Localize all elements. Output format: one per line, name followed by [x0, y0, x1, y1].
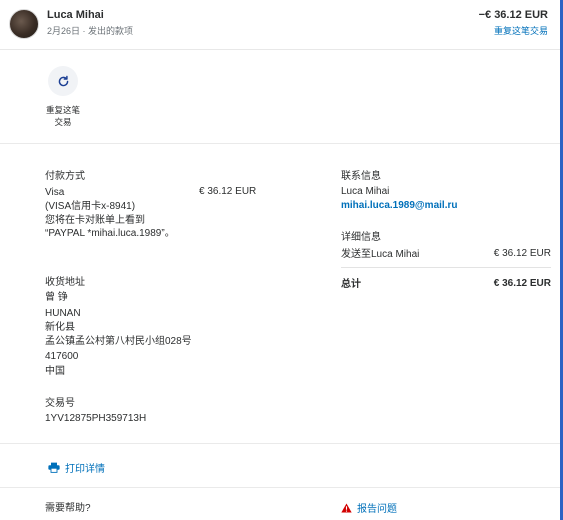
avatar	[9, 9, 39, 39]
details-title: 详细信息	[341, 232, 381, 243]
payment-card: (VISA信用卡x-8941)	[45, 201, 136, 212]
payment-method-title: 付款方式	[45, 171, 85, 182]
address-line: 孟公镇孟公村第八村民小组028号	[45, 336, 192, 347]
recipient-name: Luca Mihai	[47, 9, 104, 21]
contact-email-link[interactable]: mihai.luca.1989@mail.ru	[341, 199, 457, 212]
contact-info-title: 联系信息	[341, 171, 381, 182]
address-line: HUNAN	[45, 308, 81, 319]
help-title: 需要帮助?	[45, 503, 91, 514]
sent-to-label: 发送至Luca Mihai	[341, 249, 420, 260]
section-divider	[0, 143, 560, 144]
address-line: 中国	[45, 366, 65, 377]
details-divider	[341, 267, 551, 268]
section-divider	[0, 443, 560, 444]
print-details-button[interactable]: 打印详情	[48, 460, 105, 475]
address-line: 417600	[45, 351, 79, 362]
shipping-address-title: 收货地址	[45, 277, 85, 288]
payment-method-name: Visa	[45, 187, 65, 198]
transaction-date-type: 2月26日 · 发出的款项	[47, 26, 134, 36]
transaction-id: 1YV12875PH359713H	[45, 413, 147, 424]
contact-name: Luca Mihai	[341, 186, 390, 197]
transaction-amount: −€ 36.12 EUR	[478, 9, 548, 21]
transaction-header: Luca Mihai 2月26日 · 发出的款项 −€ 36.12 EUR 重复…	[0, 0, 560, 50]
statement-note: 您将在卡对账单上看到 “PAYPAL *mihai.luca.1989”。	[45, 215, 175, 239]
printer-icon	[48, 462, 60, 473]
section-divider	[0, 487, 560, 488]
address-line: 曾 铮	[45, 292, 68, 303]
warning-icon	[341, 503, 352, 512]
transaction-details-page: Luca Mihai 2月26日 · 发出的款项 −€ 36.12 EUR 重复…	[0, 0, 563, 520]
report-problem-label: 报告问题	[357, 504, 397, 515]
sent-amount: € 36.12 EUR	[493, 248, 551, 259]
transaction-id-title: 交易号	[45, 398, 75, 409]
payment-amount: € 36.12 EUR	[199, 186, 257, 197]
address-line: 新化县	[45, 322, 75, 333]
report-problem-link[interactable]: 报告问题	[341, 500, 397, 515]
repeat-transaction-link[interactable]: 重复这笔交易	[494, 24, 548, 37]
repeat-transaction-button[interactable]	[48, 66, 78, 96]
total-label: 总计	[341, 279, 361, 290]
print-details-label: 打印详情	[65, 464, 105, 475]
refresh-icon	[58, 75, 68, 86]
total-amount: € 36.12 EUR	[493, 278, 551, 289]
repeat-transaction-label: 重复这笔交易	[45, 105, 80, 127]
